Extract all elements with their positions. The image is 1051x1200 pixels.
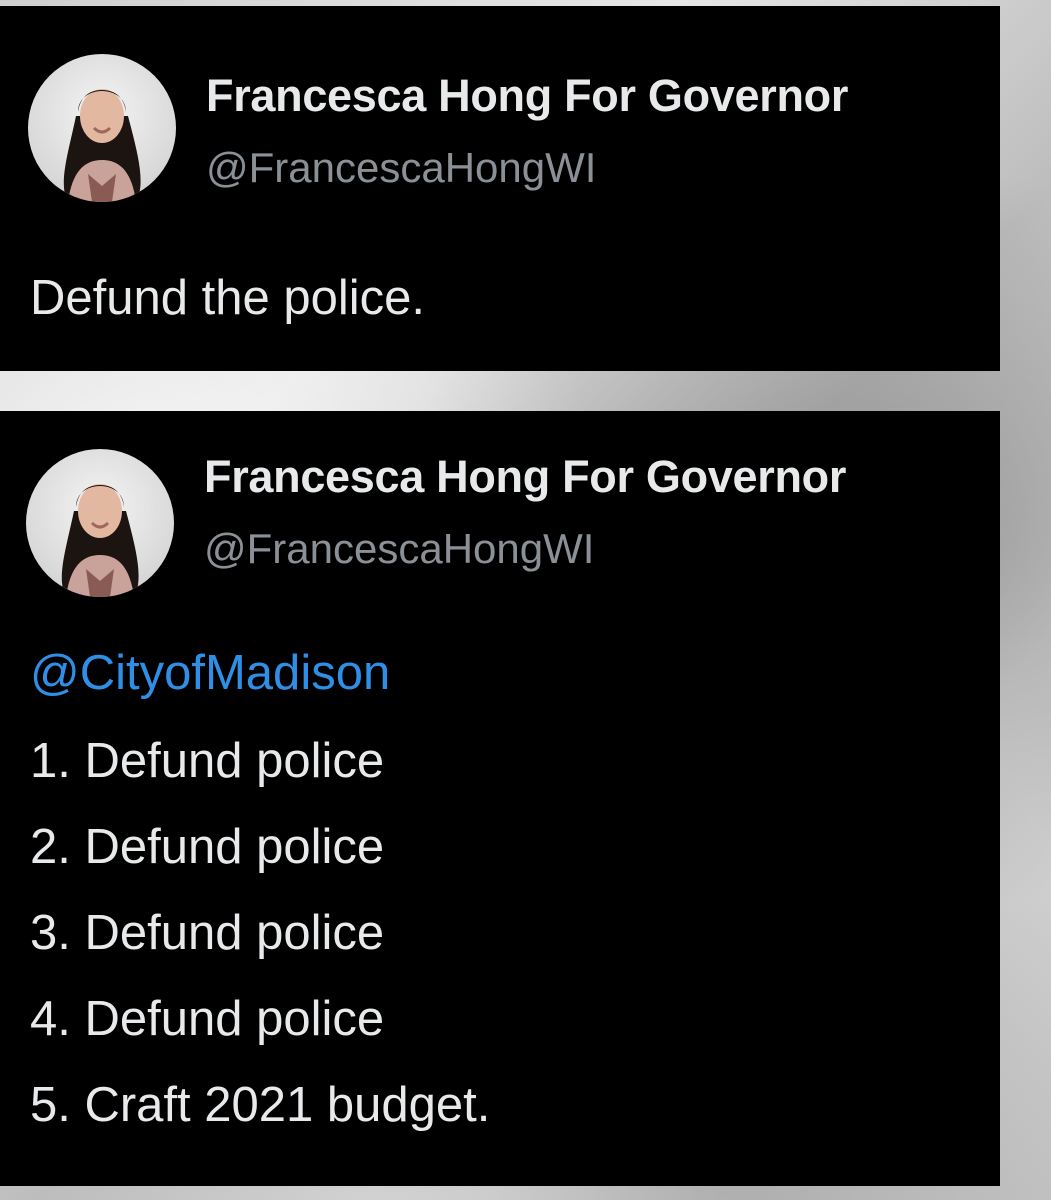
tweet-text: Defund the police. — [30, 271, 425, 325]
list-item: 3. Defund police — [30, 906, 385, 960]
mention-link[interactable]: @CityofMadison — [30, 645, 390, 701]
list-item: 5. Craft 2021 budget. — [30, 1078, 491, 1132]
user-handle[interactable]: @FrancescaHongWI — [204, 525, 594, 573]
profile-photo-icon — [63, 89, 141, 202]
tweet-card-2[interactable]: Francesca Hong For Governor @FrancescaHo… — [0, 411, 1000, 1186]
user-handle[interactable]: @FrancescaHongWI — [206, 144, 596, 192]
profile-avatar[interactable] — [26, 449, 174, 597]
profile-avatar[interactable] — [28, 54, 176, 202]
display-name[interactable]: Francesca Hong For Governor — [204, 451, 846, 503]
profile-photo-icon — [61, 484, 139, 597]
tweet-card-1[interactable]: Francesca Hong For Governor @FrancescaHo… — [0, 6, 1000, 371]
display-name[interactable]: Francesca Hong For Governor — [206, 70, 848, 122]
tweet-list: 1. Defund police 2. Defund police 3. Def… — [30, 731, 490, 1161]
list-item: 4. Defund police — [30, 992, 385, 1046]
list-item: 2. Defund police — [30, 820, 385, 874]
list-item: 1. Defund police — [30, 734, 385, 788]
